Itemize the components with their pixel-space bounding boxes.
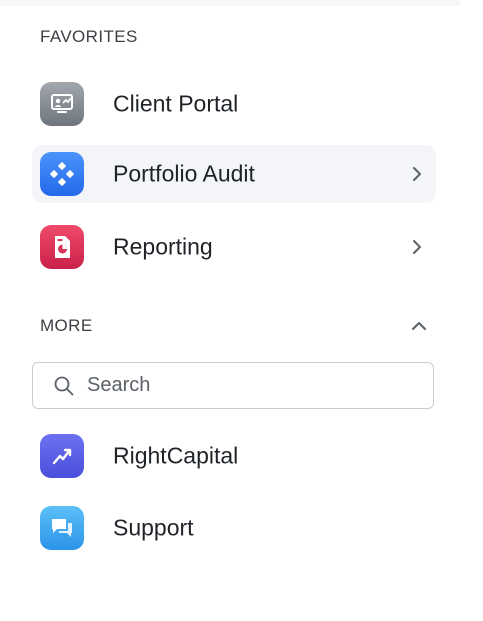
client-portal-icon [40, 82, 84, 126]
chevron-up-icon [412, 322, 426, 330]
portfolio-audit-icon [40, 152, 84, 196]
sidebar-item-label: Portfolio Audit [113, 160, 255, 187]
favorites-header: FAVORITES [40, 27, 138, 46]
sidebar-item-rightcapital[interactable]: RightCapital [32, 427, 436, 485]
search-input[interactable] [85, 373, 429, 398]
more-header: MORE [40, 316, 93, 335]
collapse-more-button[interactable] [404, 312, 434, 340]
chevron-right-icon [413, 240, 421, 254]
rightcapital-icon [40, 434, 84, 478]
sidebar-item-label: RightCapital [113, 442, 239, 469]
chevron-right-icon [413, 167, 421, 181]
search-icon [54, 376, 74, 395]
sidebar-item-portfolio-audit[interactable]: Portfolio Audit [32, 145, 436, 203]
search-field[interactable] [32, 362, 434, 409]
sidebar-item-client-portal[interactable]: Client Portal [32, 75, 436, 133]
support-icon [40, 506, 84, 550]
sidebar-item-label: Support [113, 514, 194, 541]
top-divider [0, 0, 460, 6]
sidebar-item-label: Client Portal [113, 90, 239, 117]
sidebar-item-label: Reporting [113, 233, 213, 260]
sidebar: FAVORITES Client Portal Portfolio Audit [0, 0, 483, 621]
sidebar-item-reporting[interactable]: Reporting [32, 218, 436, 276]
reporting-icon [40, 225, 84, 269]
sidebar-item-support[interactable]: Support [32, 499, 436, 557]
